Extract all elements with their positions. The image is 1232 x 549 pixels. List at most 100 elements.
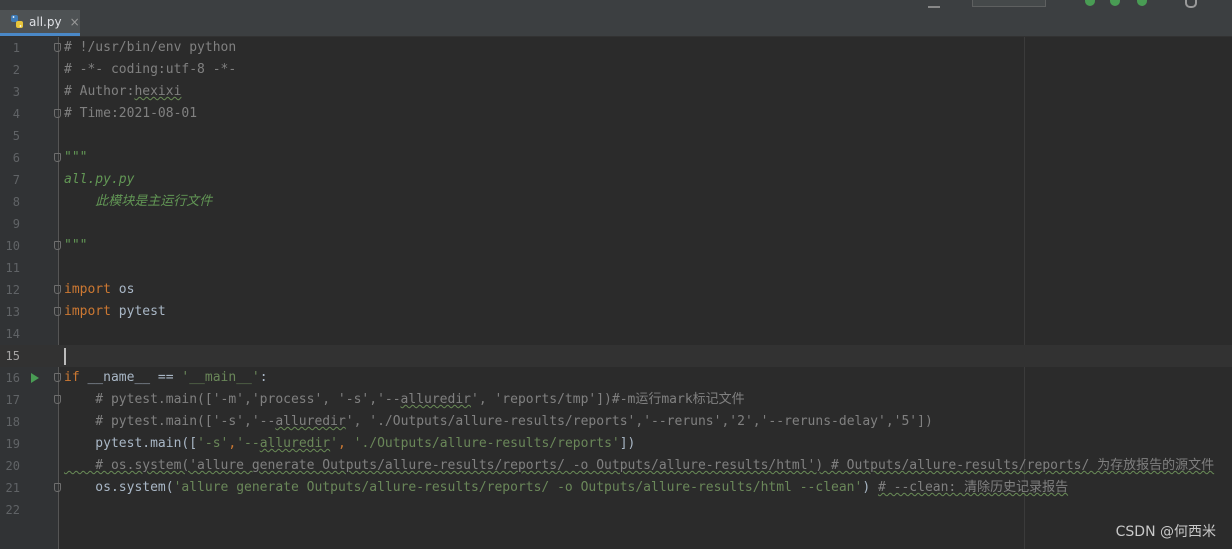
fold-marker-icon[interactable] <box>54 43 61 52</box>
fold-marker-icon[interactable] <box>54 395 61 404</box>
code-text: # pytest.main(['-m','process', '-s','--a… <box>64 389 744 411</box>
line-number[interactable]: 8 <box>0 191 20 213</box>
code-line[interactable]: 19 pytest.main(['-s','--alluredir', './O… <box>0 433 1232 455</box>
code-line[interactable]: 1 # !/usr/bin/env python <box>0 37 1232 59</box>
fold-marker-icon[interactable] <box>54 373 61 382</box>
code-token: './Outputs/allure-results/reports' <box>353 436 620 451</box>
code-line[interactable]: 18 # pytest.main(['-s','--alluredir', '.… <box>0 411 1232 433</box>
line-number[interactable]: 3 <box>0 81 20 103</box>
line-number[interactable]: 15 <box>0 345 20 367</box>
code-token: , <box>337 436 354 451</box>
code-line[interactable]: 14 <box>0 323 1232 345</box>
code-token: # Author: <box>64 84 135 99</box>
code-token: '-- <box>236 436 260 451</box>
line-number[interactable]: 7 <box>0 169 20 191</box>
code-line[interactable]: 13 import pytest <box>0 301 1232 323</box>
line-number[interactable]: 5 <box>0 125 20 147</box>
line-number[interactable]: 21 <box>0 477 20 499</box>
line-number[interactable]: 20 <box>0 455 20 477</box>
code-text: pytest.main(['-s','--alluredir', './Outp… <box>64 433 635 455</box>
code-line[interactable]: 15 <box>0 345 1232 367</box>
line-number[interactable]: 14 <box>0 323 20 345</box>
fold-marker-icon[interactable] <box>54 109 61 118</box>
code-line[interactable]: 22 <box>0 499 1232 521</box>
line-number[interactable]: 9 <box>0 213 20 235</box>
code-line[interactable]: 10 """ <box>0 235 1232 257</box>
line-number[interactable]: 12 <box>0 279 20 301</box>
fold-marker-icon[interactable] <box>54 241 61 250</box>
code-line[interactable]: 2 # -*- coding:utf-8 -*- <box>0 59 1232 81</box>
code-text: 此模块是主运行文件 <box>64 191 212 213</box>
line-number[interactable]: 2 <box>0 59 20 81</box>
code-token: """ <box>64 238 88 253</box>
run-configuration-select[interactable] <box>972 0 1046 7</box>
text-cursor <box>64 348 66 365</box>
line-number[interactable]: 17 <box>0 389 20 411</box>
code-token: # !/usr/bin/env python <box>64 40 237 55</box>
code-text: """ <box>64 147 87 169</box>
code-line[interactable]: 3 # Author:hexixi <box>0 81 1232 103</box>
fold-marker-icon[interactable] <box>54 153 61 162</box>
code-text: all.py.py <box>64 169 134 191</box>
line-number[interactable]: 16 <box>0 367 20 389</box>
code-token: # pytest.main(['-s','-- <box>64 414 276 429</box>
code-token: import <box>64 282 111 297</box>
code-text: os.system('allure generate Outputs/allur… <box>64 477 1068 499</box>
fold-marker-icon[interactable] <box>54 285 61 294</box>
code-line[interactable]: 7 all.py.py <box>0 169 1232 191</box>
code-text: # Author:hexixi <box>64 81 181 103</box>
code-token: # pytest.main(['-m','process', '-s','-- <box>64 392 401 407</box>
code-token: import <box>64 304 111 319</box>
code-token: alluredir <box>275 414 346 429</box>
code-text: import pytest <box>64 301 166 323</box>
code-token: """ <box>64 150 88 165</box>
code-token: hexixi <box>134 84 182 99</box>
code-token: os.system( <box>64 480 174 495</box>
line-number[interactable]: 22 <box>0 499 20 521</box>
code-text: # -*- coding:utf-8 -*- <box>64 59 236 81</box>
code-line[interactable]: 8 此模块是主运行文件 <box>0 191 1232 213</box>
line-number[interactable]: 19 <box>0 433 20 455</box>
code-line[interactable]: 9 <box>0 213 1232 235</box>
code-line[interactable]: 4 # Time:2021-08-01 <box>0 103 1232 125</box>
line-number[interactable]: 4 <box>0 103 20 125</box>
code-token: pytest.main([ <box>64 436 198 451</box>
code-line[interactable]: 21 os.system('allure generate Outputs/al… <box>0 477 1232 499</box>
line-number[interactable]: 11 <box>0 257 20 279</box>
code-line[interactable]: 5 <box>0 125 1232 147</box>
fold-marker-icon[interactable] <box>54 483 61 492</box>
line-number[interactable]: 1 <box>0 37 20 59</box>
debug-icon[interactable] <box>1110 0 1120 6</box>
code-line[interactable]: 11 <box>0 257 1232 279</box>
code-text: if __name__ == '__main__': <box>64 367 268 389</box>
code-token: 'allure generate Outputs/allure-results/… <box>173 480 863 495</box>
code-line[interactable]: 20 # os.system('allure generate Outputs/… <box>0 455 1232 477</box>
code-token: '-s' <box>197 436 229 451</box>
code-token: # -*- coding:utf-8 -*- <box>64 62 237 77</box>
run-gutter-icon[interactable] <box>31 373 39 383</box>
code-text: # os.system('allure generate Outputs/all… <box>64 455 1214 477</box>
code-line[interactable]: 6 """ <box>0 147 1232 169</box>
coverage-icon[interactable] <box>1137 0 1147 6</box>
line-number[interactable]: 6 <box>0 147 20 169</box>
run-icon[interactable] <box>1085 0 1095 6</box>
code-token: pytest <box>110 304 166 319</box>
toolbar-icon[interactable] <box>928 0 940 8</box>
code-token: : <box>259 370 268 385</box>
close-icon[interactable]: × <box>70 15 80 29</box>
code-text: # Time:2021-08-01 <box>64 103 197 125</box>
code-line[interactable]: 17 # pytest.main(['-m','process', '-s','… <box>0 389 1232 411</box>
code-text: import os <box>64 279 134 301</box>
code-line[interactable]: 12 import os <box>0 279 1232 301</box>
line-number[interactable]: 18 <box>0 411 20 433</box>
tab-all-py[interactable]: all.py × <box>0 10 80 36</box>
line-number[interactable]: 13 <box>0 301 20 323</box>
line-number[interactable]: 10 <box>0 235 20 257</box>
code-text: # !/usr/bin/env python <box>64 37 236 59</box>
code-line[interactable]: 16 if __name__ == '__main__': <box>0 367 1232 389</box>
fold-marker-icon[interactable] <box>54 307 61 316</box>
code-token: os <box>110 282 135 297</box>
search-everywhere-icon[interactable] <box>1185 0 1197 8</box>
code-token: ]) <box>619 436 636 451</box>
code-token: all.py.py <box>64 172 135 187</box>
